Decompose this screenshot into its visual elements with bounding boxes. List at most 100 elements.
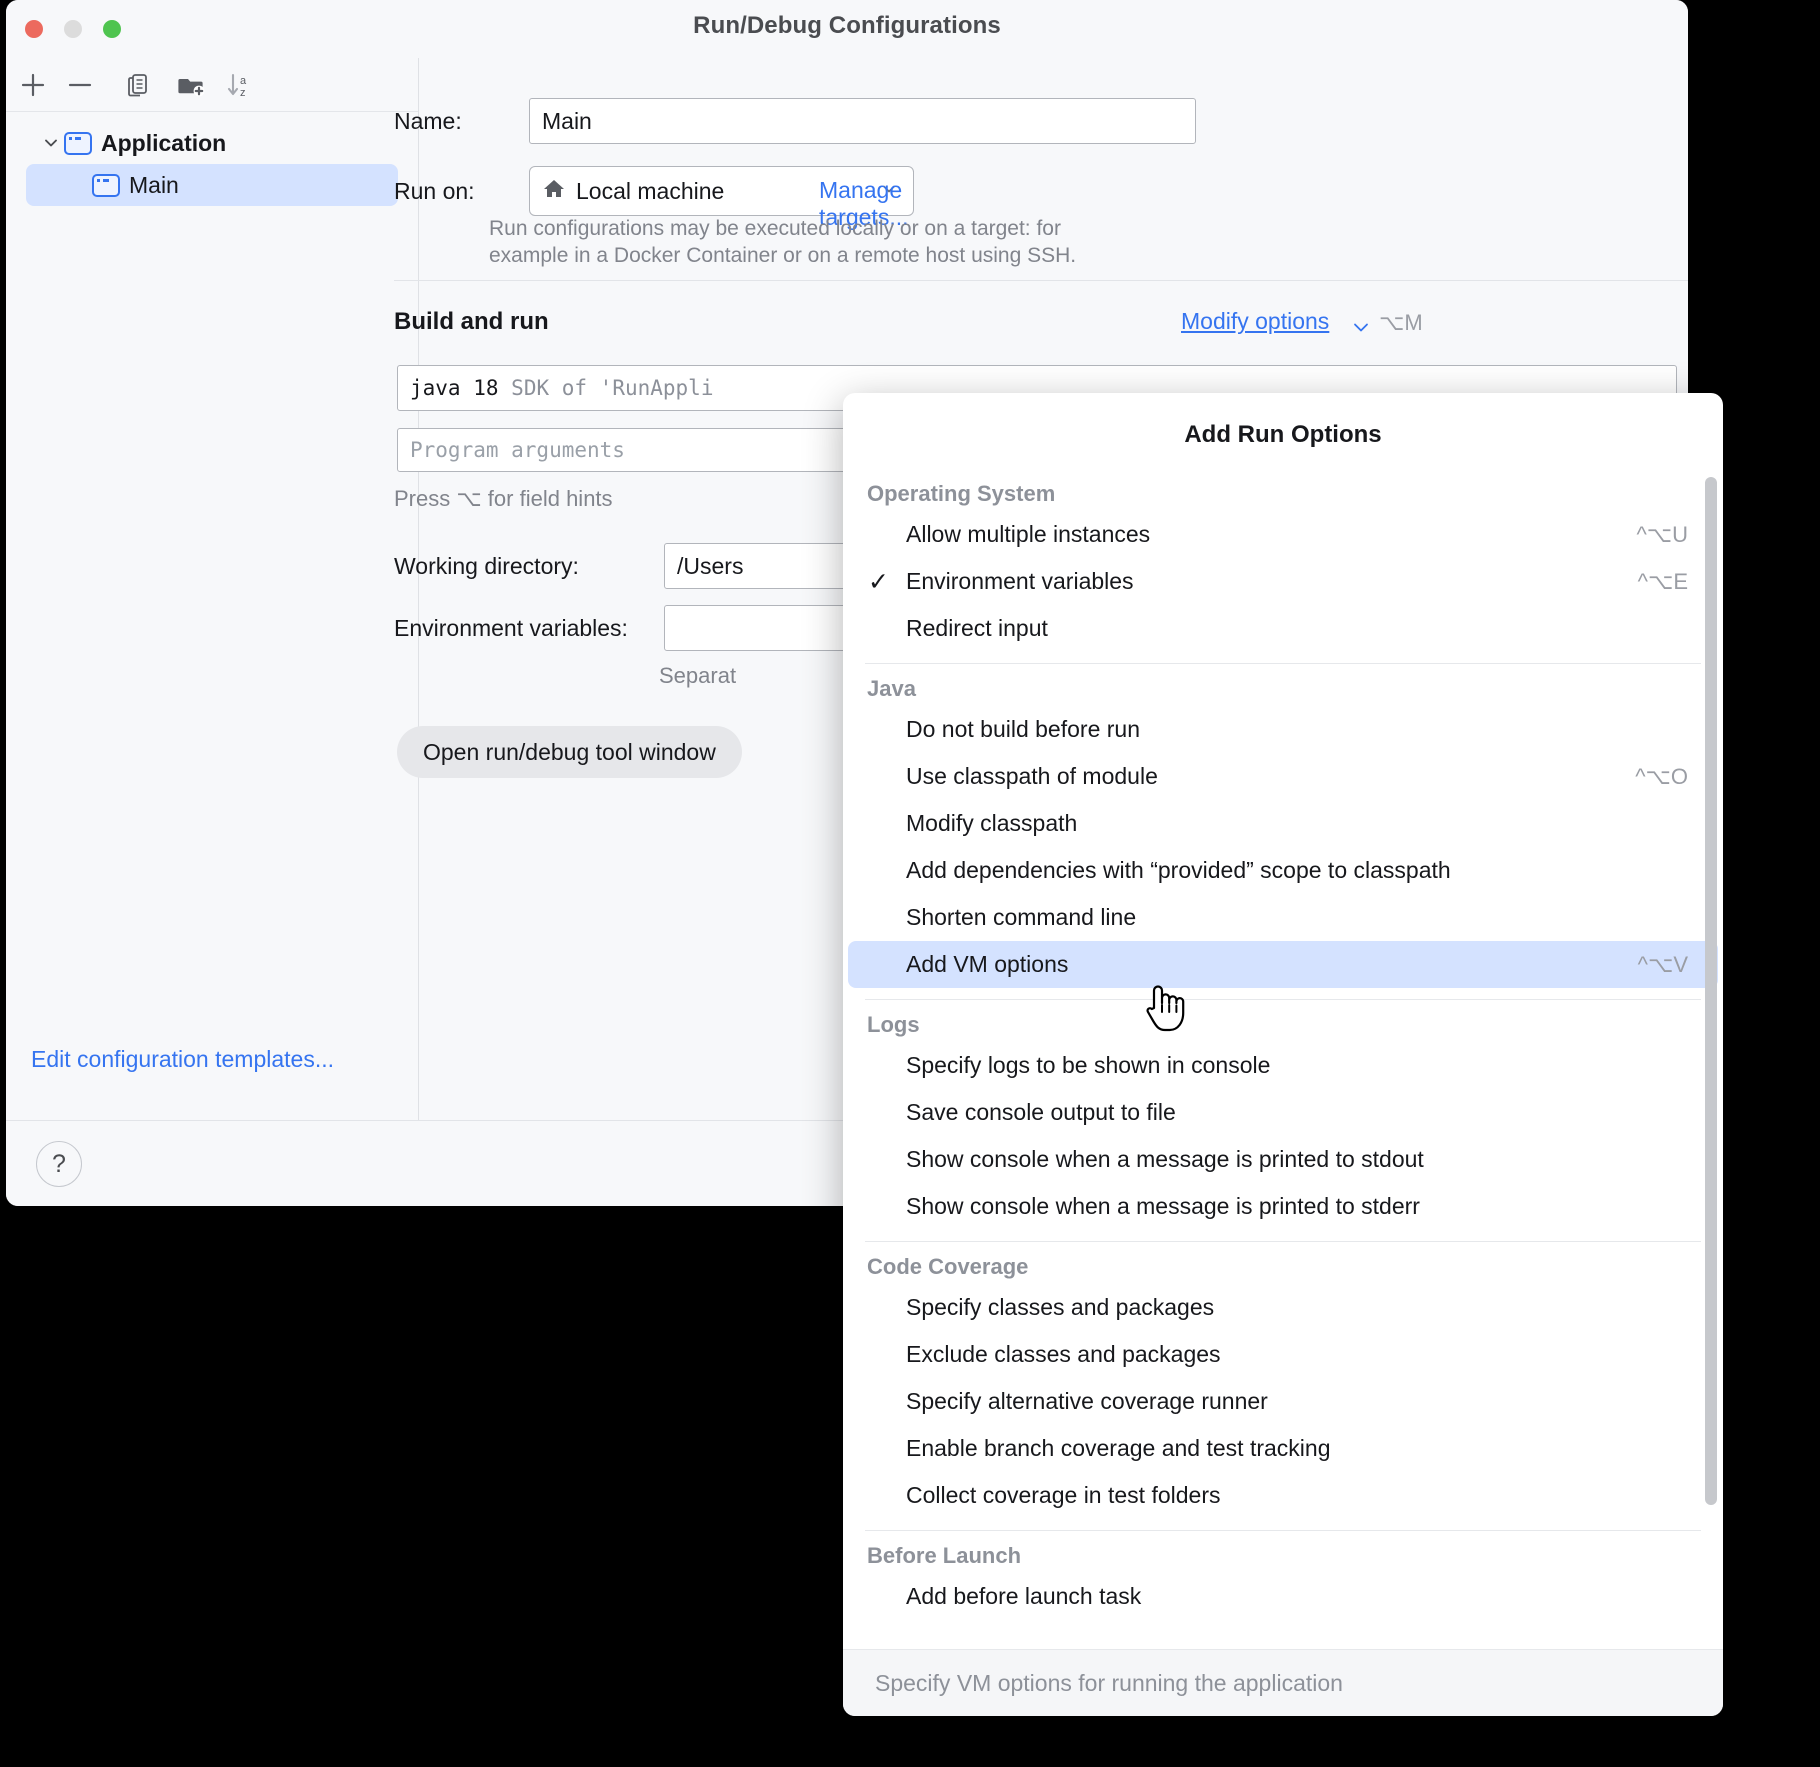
window-titlebar: Run/Debug Configurations xyxy=(6,0,1688,58)
option-item[interactable]: Enable branch coverage and test tracking xyxy=(848,1425,1718,1472)
tree-item-main[interactable]: Main xyxy=(26,164,398,206)
option-item[interactable]: Specify classes and packages xyxy=(848,1284,1718,1331)
option-item[interactable]: Add before launch task xyxy=(848,1573,1718,1620)
option-item-label: Do not build before run xyxy=(906,716,1140,742)
option-item-label: Save console output to file xyxy=(906,1099,1176,1125)
option-item-shortcut: ^⌥O xyxy=(1635,763,1688,789)
open-run-debug-tool-window-button[interactable]: Open run/debug tool window xyxy=(397,726,742,778)
option-item[interactable]: Specify alternative coverage runner xyxy=(848,1378,1718,1425)
add-run-options-popup: Add Run Options Operating System Allow mu… xyxy=(843,393,1723,1716)
option-group-title: Operating System xyxy=(867,481,1056,506)
application-config-icon xyxy=(64,131,92,155)
separate-variables-hint: Separat xyxy=(659,663,737,688)
option-group-title: Code Coverage xyxy=(867,1254,1029,1279)
option-item-label: Collect coverage in test folders xyxy=(906,1482,1221,1508)
option-item-label: Show console when a message is printed t… xyxy=(906,1146,1424,1172)
option-item-label: Specify alternative coverage runner xyxy=(906,1388,1268,1414)
name-input[interactable]: Main xyxy=(529,98,1196,144)
run-on-value: Local machine xyxy=(576,177,725,204)
option-item-label: Show console when a message is printed t… xyxy=(906,1193,1420,1219)
sort-az-icon[interactable]: a z xyxy=(222,68,256,102)
run-config-icon xyxy=(92,173,120,197)
option-group-separator xyxy=(865,1241,1701,1242)
option-item[interactable]: Save console output to file xyxy=(848,1089,1718,1136)
svg-text:z: z xyxy=(240,87,246,99)
name-label: Name: xyxy=(394,107,462,134)
working-directory-label: Working directory: xyxy=(394,552,579,579)
popup-scrollbar[interactable] xyxy=(1705,477,1717,1638)
jre-description: SDK of 'RunAppli xyxy=(511,376,714,400)
option-item-label: Enable branch coverage and test tracking xyxy=(906,1435,1331,1461)
option-item[interactable]: Do not build before run xyxy=(848,706,1718,753)
option-item-label: Add VM options xyxy=(906,951,1069,977)
option-item-label: Exclude classes and packages xyxy=(906,1341,1221,1367)
name-row: Name: Main xyxy=(394,98,1196,144)
environment-variables-label: Environment variables: xyxy=(394,614,628,641)
option-item[interactable]: Modify classpath xyxy=(848,800,1718,847)
chevron-down-icon[interactable] xyxy=(38,130,64,156)
option-item[interactable]: Show console when a message is printed t… xyxy=(848,1183,1718,1230)
option-item-label: Add dependencies with “provided” scope t… xyxy=(906,857,1451,883)
help-button[interactable]: ? xyxy=(36,1141,82,1187)
form-divider xyxy=(394,280,1688,281)
option-item[interactable]: ✓ Environment variables ^⌥E xyxy=(848,558,1718,605)
option-item-label: Add before launch task xyxy=(906,1583,1142,1609)
build-and-run-heading: Build and run xyxy=(394,308,549,335)
option-item[interactable]: Allow multiple instances ^⌥U xyxy=(848,511,1718,558)
popup-title: Add Run Options xyxy=(1184,421,1382,448)
option-item-label: Modify classpath xyxy=(906,810,1078,836)
option-item[interactable]: Specify logs to be shown in console xyxy=(848,1042,1718,1089)
popup-scrollbar-thumb[interactable] xyxy=(1705,477,1717,1505)
run-target-hint: Run configurations may be executed local… xyxy=(489,217,1077,267)
option-item-label: Use classpath of module xyxy=(906,763,1158,789)
option-item-label: Specify classes and packages xyxy=(906,1294,1215,1320)
option-item[interactable]: Collect coverage in test folders xyxy=(848,1472,1718,1519)
option-item-shortcut: ^⌥U xyxy=(1636,521,1688,547)
run-on-label: Run on: xyxy=(394,177,475,204)
option-item-label: Environment variables xyxy=(906,568,1134,594)
option-item[interactable]: Add dependencies with “provided” scope t… xyxy=(848,847,1718,894)
program-arguments-placeholder: Program arguments xyxy=(410,438,625,462)
tree-item-application-label: Application xyxy=(101,129,227,156)
option-item-label: Shorten command line xyxy=(906,904,1137,930)
jre-value: java 18 xyxy=(410,376,499,400)
run-on-row: Run on: Local machine Manage targets... xyxy=(394,166,914,230)
minus-icon[interactable] xyxy=(63,68,97,102)
option-group-separator xyxy=(865,1530,1701,1531)
option-item-shortcut: ^⌥E xyxy=(1637,568,1688,594)
field-hints-text: Press ⌥ for field hints xyxy=(394,486,613,511)
plus-icon[interactable] xyxy=(16,68,50,102)
tree-item-main-label: Main xyxy=(129,171,179,198)
home-icon xyxy=(542,177,566,206)
copy-icon[interactable] xyxy=(122,68,156,102)
option-item[interactable]: Show console when a message is printed t… xyxy=(848,1136,1718,1183)
option-item-label: Allow multiple instances xyxy=(906,521,1151,547)
option-group-title: Java xyxy=(867,676,916,701)
edit-configuration-templates-link[interactable]: Edit configuration templates... xyxy=(31,1046,334,1073)
screenshot-root: Run/Debug Configurations a z Application… xyxy=(0,0,1820,1767)
svg-text:a: a xyxy=(240,75,247,87)
popup-options-list: Operating System Allow multiple instances… xyxy=(843,471,1723,1649)
window-title: Run/Debug Configurations xyxy=(693,12,1001,39)
chevron-down-icon[interactable] xyxy=(1350,316,1372,343)
option-group-title: Logs xyxy=(867,1012,920,1037)
option-item-label: Redirect input xyxy=(906,615,1048,641)
configurations-tree: Application Main xyxy=(6,112,418,206)
option-item[interactable]: Shorten command line xyxy=(848,894,1718,941)
checkmark-icon: ✓ xyxy=(868,567,889,596)
option-group-separator xyxy=(865,663,1701,664)
folder-add-icon[interactable] xyxy=(174,68,208,102)
tree-item-application[interactable]: Application xyxy=(26,122,398,164)
popup-footer-hint: Specify VM options for running the appli… xyxy=(843,1649,1723,1716)
sidebar-toolbar: a z xyxy=(6,58,418,112)
modify-options-shortcut: ⌥M xyxy=(1379,310,1423,335)
option-item-label: Specify logs to be shown in console xyxy=(906,1052,1271,1078)
option-item[interactable]: Add VM options ^⌥V xyxy=(848,941,1718,988)
option-item[interactable]: Exclude classes and packages xyxy=(848,1331,1718,1378)
option-item[interactable]: Use classpath of module ^⌥O xyxy=(848,753,1718,800)
option-item-shortcut: ^⌥V xyxy=(1637,951,1688,977)
option-group-title: Before Launch xyxy=(867,1543,1022,1568)
option-group-separator xyxy=(865,999,1701,1000)
option-item[interactable]: Redirect input xyxy=(848,605,1718,652)
modify-options-link[interactable]: Modify options xyxy=(1181,308,1329,335)
